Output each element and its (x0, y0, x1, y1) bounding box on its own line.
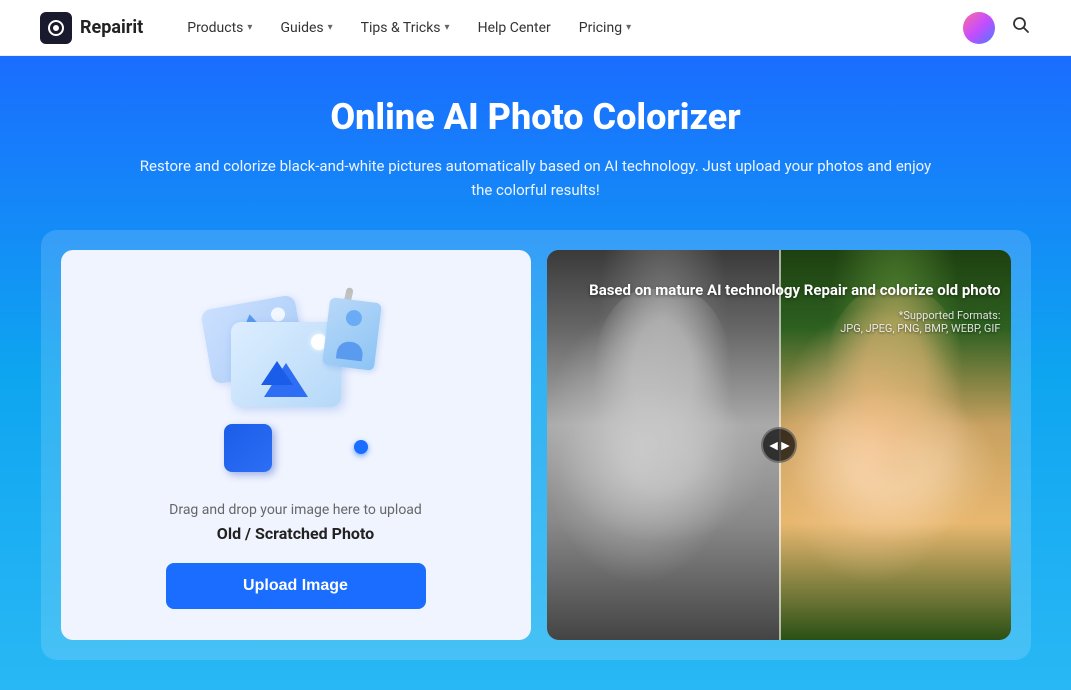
drag-drop-text: Drag and drop your image here to upload (169, 502, 422, 518)
overlay-title: Based on mature AI technology Repair and… (589, 280, 1000, 301)
logo-icon (40, 12, 72, 44)
navbar: Repairit Products ▾ Guides ▾ Tips & Tric… (0, 0, 1071, 56)
illus-portrait-card (322, 297, 382, 371)
upload-image-button[interactable]: Upload Image (166, 563, 426, 609)
illus-dot (354, 440, 368, 454)
pricing-chevron-icon: ▾ (626, 22, 631, 33)
nav-tips-tricks[interactable]: Tips & Tricks ▾ (349, 14, 462, 42)
drop-label: Old / Scratched Photo (217, 524, 374, 543)
formats-list: JPG, JPEG, PNG, BMP, WEBP, GIF (840, 322, 1000, 335)
main-card: Drag and drop your image here to upload … (41, 230, 1031, 660)
preview-panel: ◄► Based on mature AI technology Repair … (547, 250, 1011, 640)
nav-right (963, 12, 1031, 44)
products-chevron-icon: ▾ (247, 22, 252, 33)
nav-pricing-label: Pricing (579, 20, 622, 36)
upload-illustration (196, 282, 396, 482)
nav-guides-label: Guides (280, 20, 323, 36)
nav-tips-label: Tips & Tricks (361, 20, 441, 36)
nav-help-label: Help Center (478, 20, 551, 36)
nav-items: Products ▾ Guides ▾ Tips & Tricks ▾ Help… (175, 14, 963, 42)
upload-panel: Drag and drop your image here to upload … (61, 250, 531, 640)
avatar[interactable] (963, 12, 995, 44)
search-icon[interactable] (1011, 15, 1031, 40)
overlay-title-text: Based on mature AI technology Repair and… (589, 281, 1000, 299)
nav-help-center[interactable]: Help Center (466, 14, 563, 42)
formats-label: *Supported Formats: (899, 309, 1001, 322)
nav-products-label: Products (187, 20, 243, 36)
nav-pricing[interactable]: Pricing ▾ (567, 14, 643, 42)
photo-container: ◄► Based on mature AI technology Repair … (547, 250, 1011, 640)
overlay-formats: *Supported Formats: JPG, JPEG, PNG, BMP,… (589, 309, 1000, 335)
logo-text: Repairit (80, 17, 143, 38)
nav-products[interactable]: Products ▾ (175, 14, 264, 42)
illus-blue-box (224, 424, 272, 472)
divider-handle[interactable]: ◄► (761, 427, 797, 463)
tips-chevron-icon: ▾ (445, 22, 450, 33)
nav-logo[interactable]: Repairit (40, 12, 143, 44)
guides-chevron-icon: ▾ (328, 22, 333, 33)
hero-section: Online AI Photo Colorizer Restore and co… (0, 56, 1071, 690)
overlay-text: Based on mature AI technology Repair and… (589, 280, 1000, 335)
divider-arrows-icon: ◄► (767, 437, 791, 454)
nav-guides[interactable]: Guides ▾ (268, 14, 344, 42)
hero-title: Online AI Photo Colorizer (330, 96, 740, 138)
hero-subtitle: Restore and colorize black-and-white pic… (136, 154, 936, 202)
